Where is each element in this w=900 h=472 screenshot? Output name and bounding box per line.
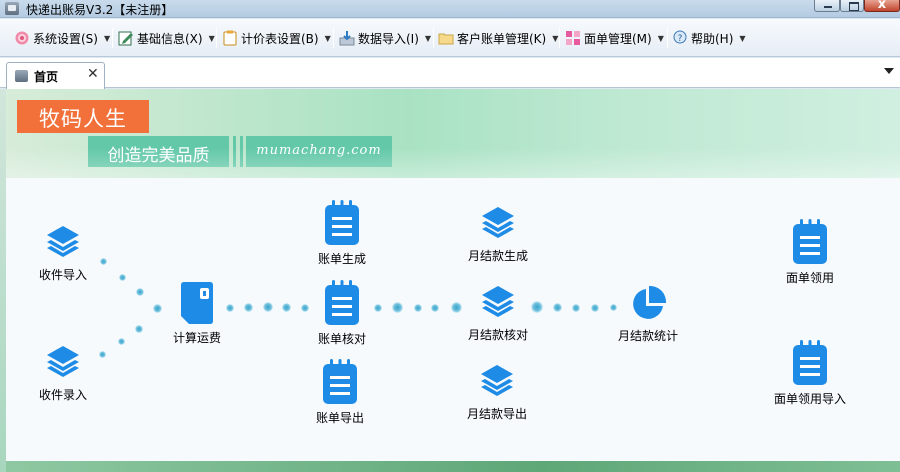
gear-icon [14,30,30,46]
window-title: 快递出账易V3.2【未注册】 [26,3,174,17]
tab-strip: 首页 ✕ [0,58,900,89]
domain-text: mumachang.com [256,143,382,158]
node-calc-freight[interactable]: 计算运费 [152,281,242,346]
close-window-button[interactable]: x [864,0,900,12]
maximize-button[interactable] [840,0,864,12]
brand-name: 牧码人生 [39,107,127,131]
node-monthly-check[interactable]: 月结款核对 [453,284,543,343]
minimize-button[interactable] [814,0,840,12]
menu-customer-bills-label: 客户账单管理(K) [457,31,547,46]
node-receive-import[interactable]: 收件导入 [18,224,108,283]
folder-icon [438,30,454,46]
notepad-icon [324,200,360,246]
notepad-icon [792,340,828,386]
menu-waybill-management-label: 面单管理(M) [584,31,652,46]
node-waybill-claim-label: 面单领用 [785,271,834,285]
node-monthly-generate[interactable]: 月结款生成 [453,205,543,264]
node-bill-check-label: 账单核对 [317,332,366,346]
menu-data-import[interactable]: 数据导入(I) ▼ [339,19,431,57]
layers-icon [44,224,82,262]
notepad-icon [324,280,360,326]
calculator-icon [179,281,215,325]
menu-customer-bills[interactable]: 客户账单管理(K) ▼ [438,19,558,57]
slogan-box: 创造完美品质 [88,136,229,167]
node-monthly-stats-label: 月结款统计 [617,329,678,343]
grid-icon [565,30,581,46]
menu-data-import-label: 数据导入(I) [358,31,419,46]
node-calc-freight-label: 计算运费 [172,331,221,345]
node-monthly-generate-label: 月结款生成 [467,249,528,263]
node-bill-generate[interactable]: 账单生成 [297,200,387,267]
node-bill-export-label: 账单导出 [315,411,364,425]
banner: 牧码人生 创造完美品质 mumachang.com [6,89,900,178]
close-tab-icon[interactable]: ✕ [87,66,99,82]
node-monthly-export-label: 月结款导出 [466,407,527,421]
node-receive-import-label: 收件导入 [38,268,87,282]
node-bill-generate-label: 账单生成 [317,252,366,266]
menu-help[interactable]: ? 帮助(H) ▼ [672,19,746,57]
slogan: 创造完美品质 [107,146,210,166]
node-monthly-export[interactable]: 月结款导出 [452,363,542,422]
clipboard-icon [222,30,238,46]
menu-bar: 系统设置(S) ▼ 基础信息(X) ▼ 计价表设置(B) ▼ 数据导入(I) ▼ 客户账… [0,19,900,57]
node-waybill-claim-import[interactable]: 面单领用导入 [765,340,855,407]
menu-waybill-management[interactable]: 面单管理(M) ▼ [565,19,664,57]
menu-price-table-label: 计价表设置(B) [241,31,319,46]
tab-list-dropdown-icon[interactable] [884,68,894,74]
menu-help-label: 帮助(H) [691,31,734,46]
brand-box: 牧码人生 [17,100,149,133]
close-icon: x [877,0,887,12]
layers-icon [478,363,516,401]
node-receive-entry-label: 收件录入 [38,388,87,402]
app-icon [5,2,19,15]
node-receive-entry[interactable]: 收件录入 [18,344,108,403]
tab-home[interactable]: 首页 ✕ [6,62,105,89]
menu-system-settings[interactable]: 系统设置(S) ▼ [14,19,110,57]
tab-home-label: 首页 [34,70,59,84]
help-icon: ? [672,30,688,46]
menu-basic-info[interactable]: 基础信息(X) ▼ [118,19,215,57]
layers-icon [44,344,82,382]
import-icon [339,30,355,46]
menu-system-settings-label: 系统设置(S) [33,31,98,46]
notepad-icon [792,219,828,265]
home-tab-icon [15,70,28,82]
title-bar: 快递出账易V3.2【未注册】 x [0,0,900,18]
node-bill-export[interactable]: 账单导出 [295,359,385,426]
workflow-panel: 收件导入 收件录入 计算运费 账单生成 账单核对 账单导出 月结款生成 月结款核… [6,178,900,461]
menu-price-table[interactable]: 计价表设置(B) ▼ [222,19,331,57]
node-waybill-claim-import-label: 面单领用导入 [773,392,846,406]
edit-icon [118,30,134,46]
domain-box: mumachang.com [246,136,392,167]
footer-band [6,461,900,472]
menu-basic-info-label: 基础信息(X) [137,31,203,46]
divider-bars [231,136,246,167]
node-monthly-check-label: 月结款核对 [467,328,528,342]
node-monthly-stats[interactable]: 月结款统计 [603,285,693,344]
pie-chart-icon [629,285,667,323]
svg-text:?: ? [678,34,683,44]
node-bill-check[interactable]: 账单核对 [297,280,387,347]
node-waybill-claim[interactable]: 面单领用 [765,219,855,286]
layers-icon [479,205,517,243]
layers-icon [479,284,517,322]
notepad-icon [322,359,358,405]
